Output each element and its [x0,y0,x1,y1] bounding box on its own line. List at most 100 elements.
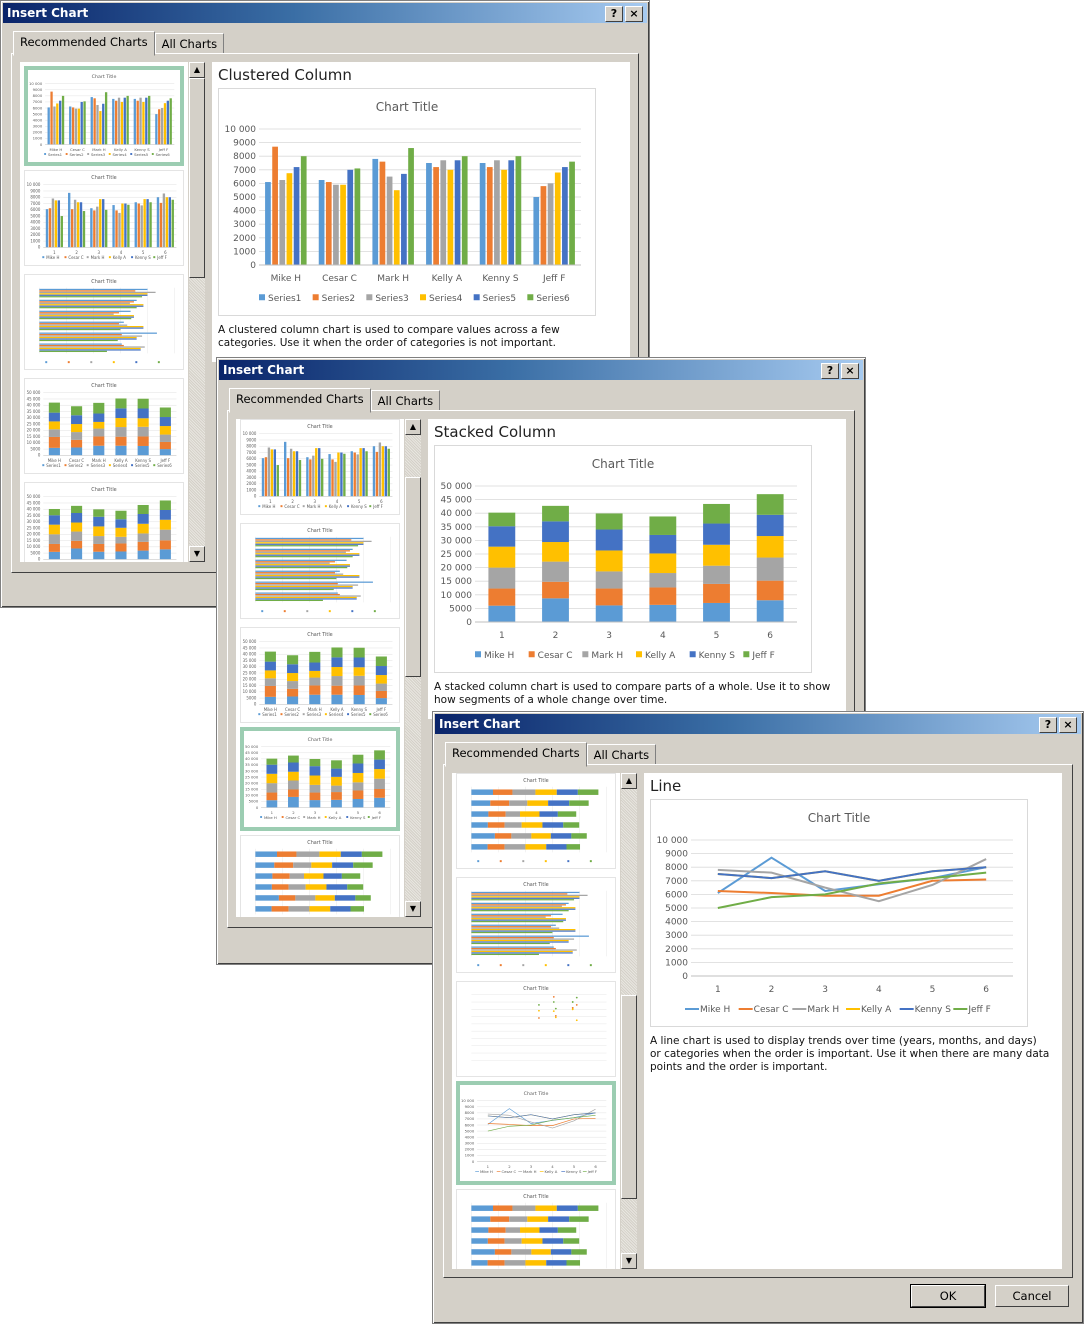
thumbnail-scrollbar[interactable]: ▲ ▼ [621,773,637,1269]
bar [300,156,307,265]
stacked-bar-segment [569,1216,589,1222]
bar [533,197,540,265]
scroll-thumb[interactable] [405,477,421,677]
y-tick-label: 3000 [665,931,688,941]
bar [255,559,347,561]
bar [255,576,360,578]
chart-description: A stacked column chart is used to compar… [434,681,831,706]
title-bar[interactable]: Insert Chart ? × [3,3,647,23]
legend-swatch [367,816,370,818]
legend-label: Series2 [69,152,84,157]
thumbnail-chart: Chart Title 0 500010 00015 00020 000 25 000… [243,632,393,717]
thumbnail-clustered-bar[interactable]: Chart Title [24,274,184,370]
bar [255,572,336,574]
stacked-bar-segment [649,604,677,622]
bar [471,941,569,943]
thumbnail-scatter[interactable]: Chart Title [456,981,616,1077]
y-tick-label: 6000 [30,207,40,212]
thumbnail-stacked-column-selected[interactable]: Chart Title 0 5000 10 000 15 000 20 000 25 000… [240,727,400,831]
cancel-button[interactable]: Cancel [995,1285,1069,1307]
ok-button[interactable]: OK [910,1284,986,1308]
close-button[interactable]: × [625,6,643,22]
thumbnail-clustered-bar[interactable]: Chart Title [456,877,616,973]
stacked-bar-segment [471,789,493,795]
y-tick-label: 25 000 [27,421,41,426]
tab-recommended-charts[interactable]: Recommended Charts [445,742,587,767]
thumbnail-stacked-column[interactable]: Chart Title 0 5000 10 000 15 000 20 000 25 000… [240,627,400,723]
stacked-bar-segment [323,873,342,879]
scroll-up-button[interactable]: ▲ [189,62,205,78]
tab-strip: Recommended Charts All Charts [445,742,657,767]
bar [381,446,385,497]
stacked-bar-segment [520,811,540,817]
bar [359,448,362,497]
scroll-down-button[interactable]: ▼ [189,546,205,562]
stacked-bar-segment [115,519,127,528]
stacked-bar-segment [505,811,521,817]
y-tick-label: 10 000 [245,793,259,798]
thumbnail-stacked-bar[interactable]: Chart Title [240,835,400,917]
stacked-bar-segment [542,581,569,599]
stacked-bar-segment [48,534,60,544]
y-tick-label: 30 000 [243,664,257,669]
thumbnail-clustered-bar[interactable]: Chart Title [240,523,400,619]
thumbnail-stacked-bar[interactable]: Chart Title [456,773,616,869]
bar [426,163,432,265]
stacked-bar-segment [471,1238,488,1244]
help-button[interactable]: ? [1039,717,1057,733]
scroll-up-button[interactable]: ▲ [405,419,421,435]
stacked-bar-segment [492,789,513,795]
scroll-down-button[interactable]: ▼ [405,901,421,917]
bar [39,325,144,328]
tab-all-charts[interactable]: All Charts [370,390,441,412]
bar [39,313,114,315]
legend-swatch [473,294,480,301]
scroll-thumb[interactable] [621,995,637,1199]
close-button[interactable]: × [841,363,859,379]
y-tick-label: 9000 [246,437,256,442]
help-button[interactable]: ? [821,363,839,379]
thumbnail-clustered-column-transposed[interactable]: Chart Title 0 1000 2000 3000 4000 5000 6000 7000… [24,170,184,266]
title-bar[interactable]: Insert Chart ? × [435,714,1081,734]
stacked-bar-segment [649,553,677,574]
bar [171,199,174,248]
tab-all-charts[interactable]: All Charts [586,744,657,766]
close-button[interactable]: × [1059,717,1077,733]
thumbnail-clustered-column-transposed[interactable]: Chart Title 0 1000 2000 3000 4000 5000 6000 7000… [240,419,400,515]
title-bar[interactable]: Insert Chart ? × [219,360,863,380]
bar [562,167,568,265]
tab-recommended-charts[interactable]: Recommended Charts [229,388,371,413]
x-tick-label: 6 [767,631,773,641]
legend-swatch [347,713,350,716]
thumbnail-stacked-column-transposed[interactable]: Chart Title 0 5000 10 000 15 000 20 000 25 000… [24,482,184,562]
stacked-bar-segment [595,571,623,589]
bar [112,205,115,248]
y-tick-label: 1000 [665,958,688,968]
chart-thumbnail-list: Chart Title Chart Title Chart Title Char… [452,773,620,1269]
y-tick-label: 40 000 [441,509,473,519]
thumbnail-scrollbar[interactable]: ▲ ▼ [189,62,205,562]
legend-label: Mark H [807,1005,839,1015]
tab-all-charts[interactable]: All Charts [154,33,225,55]
thumbnail-stacked-bar-transposed[interactable]: Chart Title [456,1189,616,1269]
legend-swatch [324,713,327,716]
thumbnail-stacked-column[interactable]: Chart Title 0 5000 10 000 15 000 20 000 25 000… [24,378,184,474]
bar [127,204,130,248]
chart-preview-pane: Line Chart Title 0 1000 2000 3000 4000 5000 600… [644,773,1062,1269]
tab-recommended-charts[interactable]: Recommended Charts [13,31,155,56]
y-tick-label: 7000 [30,201,40,206]
thumbnail-scrollbar[interactable]: ▲ ▼ [405,419,421,917]
thumbnail-clustered-column[interactable]: Chart Title 0 1000 2000 3000 4000 5000 6000 7000… [24,66,184,166]
stacked-bar-segment [264,661,276,671]
y-tick-label: 20 000 [245,780,259,785]
bar [255,545,359,547]
legend-label: Kelly A [861,1005,892,1015]
scroll-down-button[interactable]: ▼ [621,1253,637,1269]
thumbnail-line-selected[interactable]: Chart Title 0 1000 2000 3000 4000 5000 6000 7000… [456,1081,616,1185]
help-button[interactable]: ? [605,6,623,22]
scroll-thumb[interactable] [189,78,205,278]
legend-label: Series2 [68,463,83,468]
stacked-bar-segment [352,782,364,791]
stacked-bar-segment [542,521,569,543]
scroll-up-button[interactable]: ▲ [621,773,637,789]
